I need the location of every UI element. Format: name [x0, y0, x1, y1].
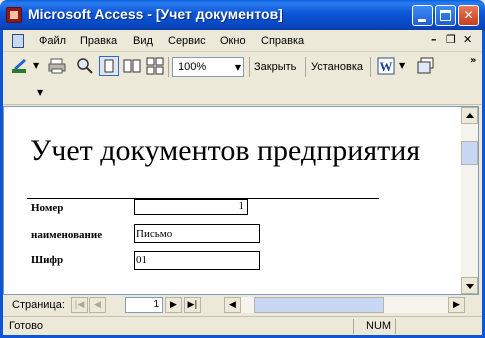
title-bar[interactable]: Microsoft Access - [Учет документов] ✕ — [0, 0, 485, 30]
horizontal-scroll-thumb[interactable] — [254, 297, 384, 313]
menu-window[interactable]: Окно — [220, 35, 246, 47]
database-window-icon[interactable] — [417, 57, 435, 75]
zoom-value: 100% — [178, 61, 207, 73]
scroll-left-button[interactable]: ◀ — [224, 297, 241, 313]
status-separator — [395, 319, 396, 334]
scroll-up-button[interactable] — [461, 107, 478, 124]
window-title: Microsoft Access - [Учет документов] — [28, 6, 283, 22]
field-value-name: Письмо — [134, 224, 260, 243]
office-links-dropdown-icon[interactable]: ▼ — [399, 61, 405, 70]
maximize-icon — [440, 10, 451, 21]
status-separator — [353, 319, 354, 334]
svg-text:W: W — [380, 59, 393, 74]
toolbar-overflow-icon[interactable]: » — [470, 55, 476, 66]
arrow-down-icon — [466, 284, 474, 289]
doc-close-icon[interactable]: ✕ — [463, 33, 472, 46]
toolbar-separator — [168, 57, 169, 77]
word-export-icon[interactable]: W — [377, 57, 395, 75]
arrow-up-icon — [466, 113, 474, 118]
page-setup-button[interactable]: Установка — [311, 61, 363, 73]
toolbar-separator — [370, 57, 371, 77]
minimize-icon — [418, 19, 426, 22]
window-border-left[interactable] — [0, 30, 3, 338]
report-title: Учет документов предприятия — [30, 134, 421, 167]
menu-edit[interactable]: Правка — [80, 35, 117, 47]
page-label: Страница: — [12, 299, 65, 311]
num-lock-indicator: NUM — [366, 320, 392, 332]
close-window-button[interactable]: ✕ — [458, 5, 479, 26]
field-label-name: наименование — [31, 229, 103, 241]
vertical-scrollbar[interactable] — [461, 107, 478, 294]
previous-page-button[interactable]: ◀ — [89, 297, 106, 313]
status-bar: Готово NUM — [3, 316, 482, 335]
close-preview-button[interactable]: Закрыть — [254, 61, 296, 73]
close-icon: ✕ — [463, 8, 474, 22]
one-page-icon — [104, 59, 114, 73]
doc-minimize-icon[interactable]: – — [431, 33, 437, 46]
toolbar-separator — [249, 57, 250, 77]
menu-tools[interactable]: Сервис — [168, 35, 206, 47]
scroll-thumb[interactable] — [461, 141, 478, 165]
multiple-pages-icon[interactable] — [146, 57, 164, 75]
menu-bar: Файл Правка Вид Сервис Окно Справка – ❐ … — [3, 30, 482, 52]
access-app-icon[interactable] — [6, 7, 22, 23]
maximize-button[interactable] — [435, 5, 456, 26]
menu-view[interactable]: Вид — [133, 35, 153, 47]
chevron-down-icon: ▼ — [234, 63, 241, 72]
next-page-button[interactable]: ▶ — [165, 297, 182, 313]
doc-restore-icon[interactable]: ❐ — [446, 33, 456, 46]
print-icon[interactable] — [48, 57, 66, 75]
view-design-icon[interactable] — [11, 57, 29, 75]
status-text: Готово — [9, 320, 43, 332]
scroll-right-button[interactable]: ▶ — [448, 297, 465, 313]
field-label-number: Номер — [31, 202, 64, 214]
document-window-icon[interactable] — [12, 34, 24, 48]
zoom-select[interactable]: 100% ▼ — [172, 57, 244, 77]
one-page-button[interactable] — [99, 56, 119, 76]
zoom-magnifier-icon[interactable] — [76, 57, 94, 75]
field-value-number: 1 — [134, 199, 248, 215]
view-dropdown-arrow-icon[interactable]: ▼ — [33, 61, 39, 70]
minimize-button[interactable] — [412, 5, 433, 26]
last-page-button[interactable]: ▶| — [184, 297, 201, 313]
two-pages-icon[interactable] — [123, 57, 141, 75]
menu-help[interactable]: Справка — [261, 35, 304, 47]
toolbar-options-dropdown-icon[interactable]: ▼ — [37, 88, 43, 97]
scroll-down-button[interactable] — [461, 277, 478, 294]
page-number-input[interactable]: 1 — [125, 297, 163, 313]
field-value-code: 01 — [134, 251, 260, 270]
menu-file[interactable]: Файл — [39, 35, 66, 47]
toolbar-separator — [305, 57, 306, 77]
first-page-button[interactable]: |◀ — [71, 297, 88, 313]
horizontal-scrollbar[interactable]: ◀ ▶ — [224, 297, 465, 313]
record-navigation-bar: Страница: |◀ ◀ 1 ▶ ▶| ◀ ▶ — [3, 295, 482, 315]
field-label-code: Шифр — [31, 254, 64, 266]
toolbar-row-2: ▼ — [3, 81, 482, 105]
